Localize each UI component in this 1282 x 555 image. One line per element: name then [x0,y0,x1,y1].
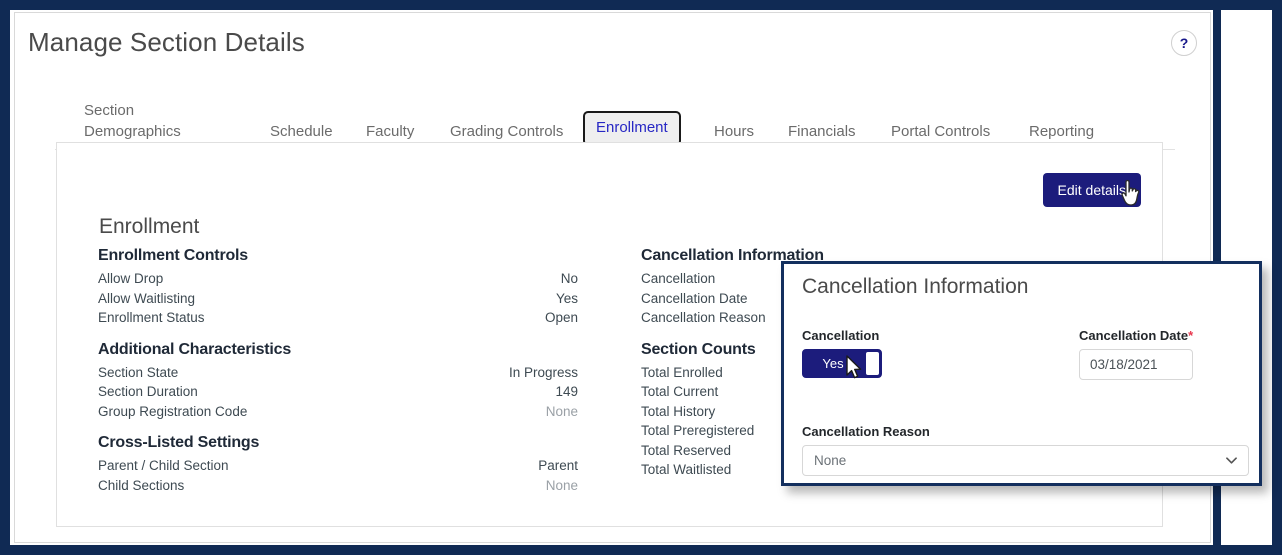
detail-row-value: Yes [555,290,578,306]
detail-row-label: Cancellation Date [641,290,748,306]
detail-row-value: In Progress [508,364,578,380]
detail-row-value: None [545,477,578,493]
detail-group: Enrollment Controls Allow Drop No Allow Wai… [98,247,578,328]
toggle-knob [866,352,879,375]
cancellation-toggle-value: Yes [822,356,844,371]
detail-row: Allow Waitlisting Yes [98,289,578,309]
detail-group-title: Enrollment Controls [98,247,248,264]
cancellation-reason-field-group: Cancellation Reason None [802,424,1249,476]
cancellation-reason-label: Cancellation Reason [802,424,930,439]
screenshot-root: Manage Section Details ? Section Demogra… [0,0,1282,555]
cancellation-date-field-group: Cancellation Date* [1079,328,1193,380]
detail-row-value: No [560,271,578,286]
detail-row: Section Duration 149 [98,382,578,402]
page-title: Manage Section Details [28,27,305,57]
detail-row-label: Total Preregistered [641,423,755,438]
detail-row-label: Total Waitlisted [641,462,732,477]
tab-bar: Section Demographics Schedule Faculty Gradi… [55,87,1175,150]
cancellation-toggle[interactable]: Yes [802,349,882,378]
cancellation-reason-select[interactable]: None [802,445,1249,476]
detail-row: Group Registration Code None [98,402,578,422]
detail-row-label: Allow Drop [98,271,164,286]
required-marker-icon: * [1188,328,1194,343]
detail-row-label: Allow Waitlisting [98,290,196,306]
detail-group-title: Additional Characteristics [98,340,292,358]
frame-border-right [1272,0,1282,555]
detail-row-label: Child Sections [98,477,185,493]
cancellation-date-input[interactable] [1079,349,1193,380]
help-icon[interactable]: ? [1171,30,1197,56]
detail-row-label: Parent / Child Section [98,458,229,473]
cancellation-reason-value: None [814,453,847,468]
detail-row: Parent / Child Section Parent [98,456,578,476]
cancellation-field-group: Cancellation Yes [802,328,882,378]
cancellation-label: Cancellation [802,328,880,343]
detail-row-label: Cancellation Reason [641,310,766,325]
left-details-column: Enrollment Controls Allow Drop No Allow Wai… [98,247,578,495]
cancellation-date-label: Cancellation Date* [1079,328,1193,343]
detail-row-label: Total History [641,403,716,419]
frame-border-left [0,0,10,555]
detail-row-label: Total Current [641,384,719,399]
detail-row-value: 149 [555,384,578,399]
detail-row: Child Sections None [98,476,578,496]
detail-row-label: Section State [98,364,179,380]
detail-row-label: Enrollment Status [98,310,205,325]
popup-title: Cancellation Information [802,275,1029,298]
detail-row-label: Cancellation [641,271,716,286]
detail-group: Cross-Listed Settings Parent / Child Sect… [98,434,578,495]
section-heading: Enrollment [99,215,200,238]
cancellation-date-label-text: Cancellation Date [1079,328,1189,343]
detail-row-value: Open [544,310,578,325]
detail-row-value: Parent [538,458,578,473]
cancellation-information-popup: Cancellation Information Cancellation Ye… [781,261,1262,486]
detail-group-title: Cross-Listed Settings [98,434,260,451]
chevron-down-icon [1226,457,1237,464]
frame-border-top [0,0,1282,10]
detail-row-label: Total Enrolled [641,364,723,380]
detail-row-label: Total Reserved [641,442,732,458]
tab-enrollment[interactable]: Enrollment [583,111,681,146]
frame-border-bottom [0,545,1282,555]
detail-row-label: Group Registration Code [98,403,248,419]
detail-row-value: None [545,403,578,419]
detail-row-label: Section Duration [98,384,198,399]
detail-group: Additional Characteristics Section State I… [98,341,578,422]
detail-row: Section State In Progress [98,363,578,383]
edit-details-button[interactable]: Edit details [1042,173,1141,207]
detail-row: Enrollment Status Open [98,308,578,328]
detail-row: Allow Drop No [98,269,578,289]
